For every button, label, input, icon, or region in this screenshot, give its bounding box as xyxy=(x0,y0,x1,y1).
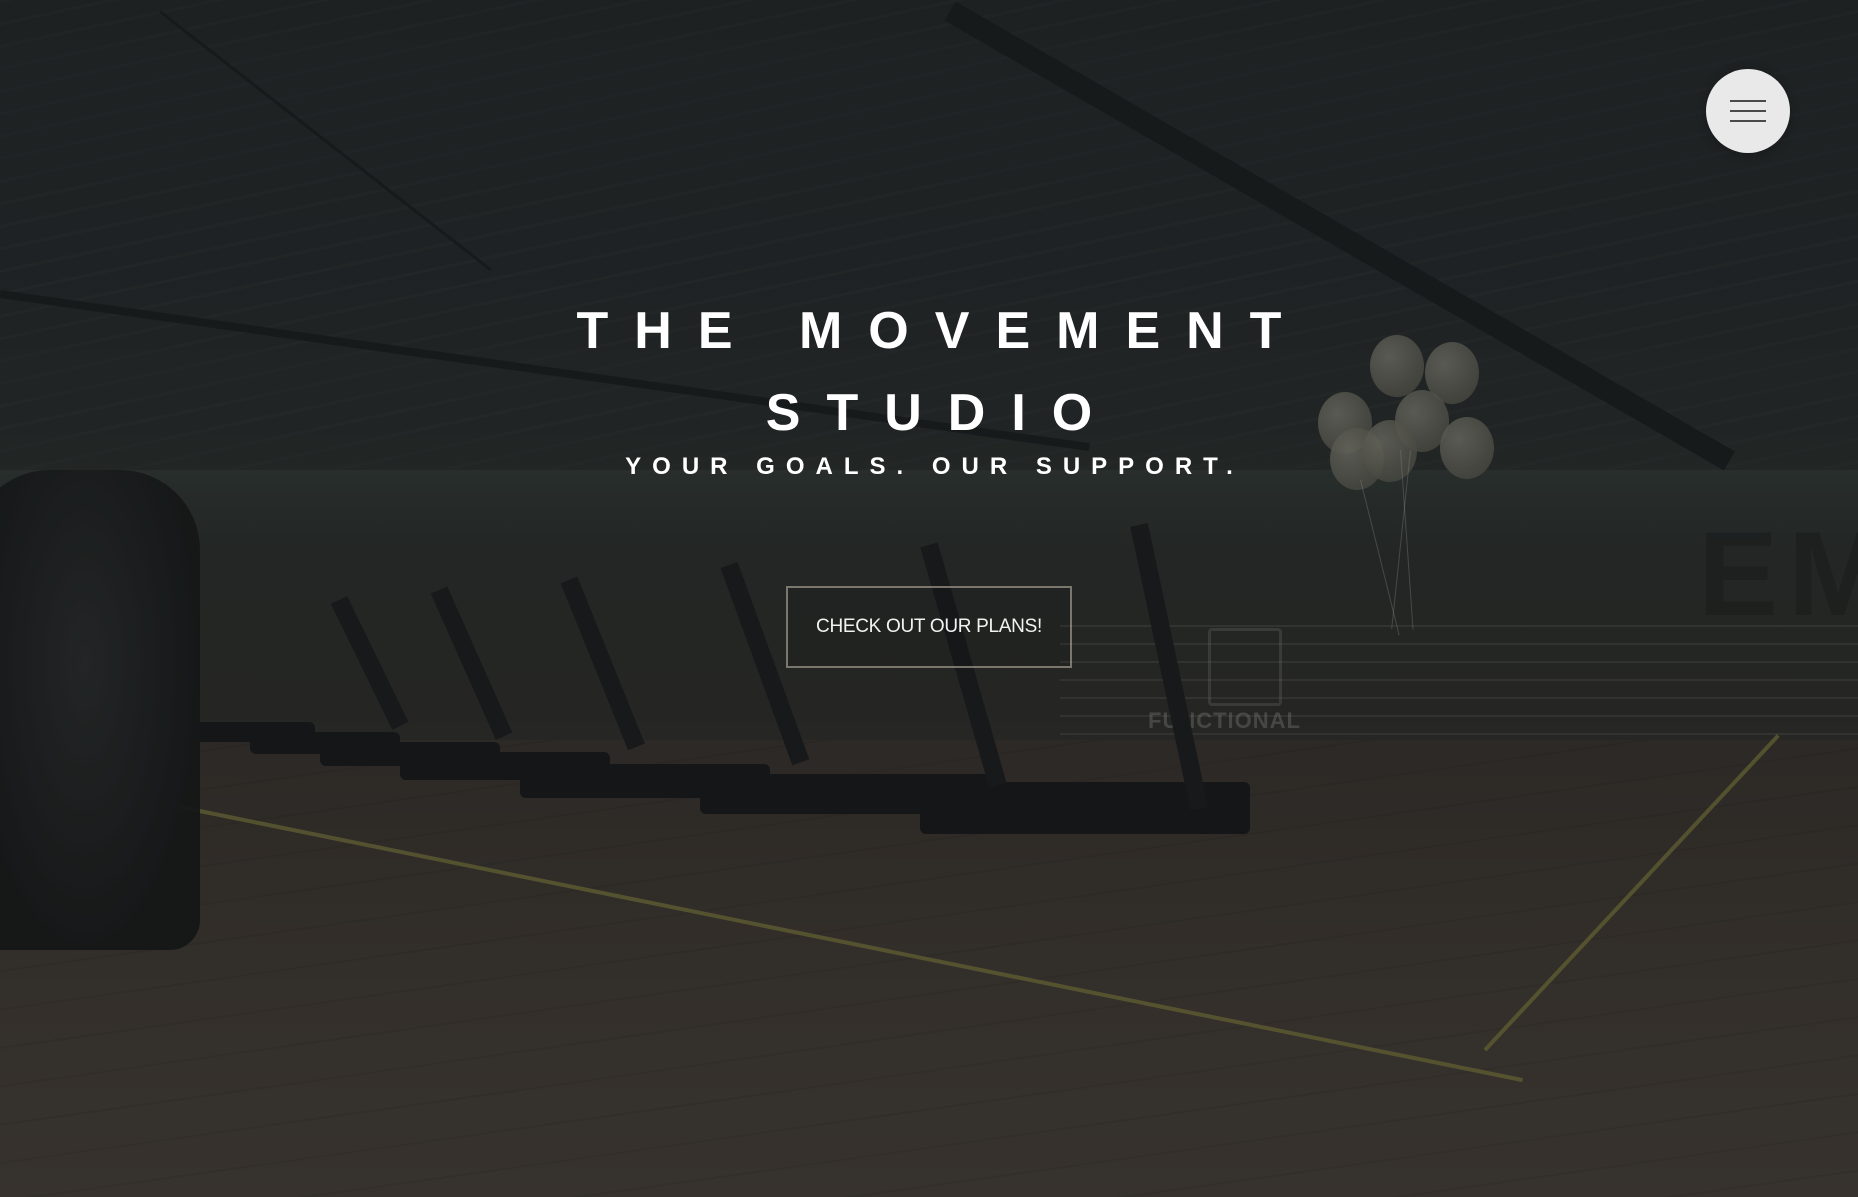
hamburger-menu-icon-bar xyxy=(1730,120,1766,122)
hamburger-menu-icon xyxy=(1730,100,1766,102)
hamburger-menu-icon-bar xyxy=(1730,110,1766,112)
hero-section: EM FUNCTIONAL THE MOVEMENT STUDIO YOUR G… xyxy=(0,0,1858,1197)
title-line-1: THE MOVEMENT xyxy=(576,302,1308,360)
menu-button[interactable] xyxy=(1706,69,1790,153)
page-title: THE MOVEMENT STUDIO xyxy=(0,290,1858,454)
tagline: YOUR GOALS. OUR SUPPORT. xyxy=(625,453,1244,480)
title-line-2: STUDIO xyxy=(765,384,1119,442)
check-plans-button[interactable]: CHECK OUT OUR PLANS! xyxy=(786,586,1072,668)
